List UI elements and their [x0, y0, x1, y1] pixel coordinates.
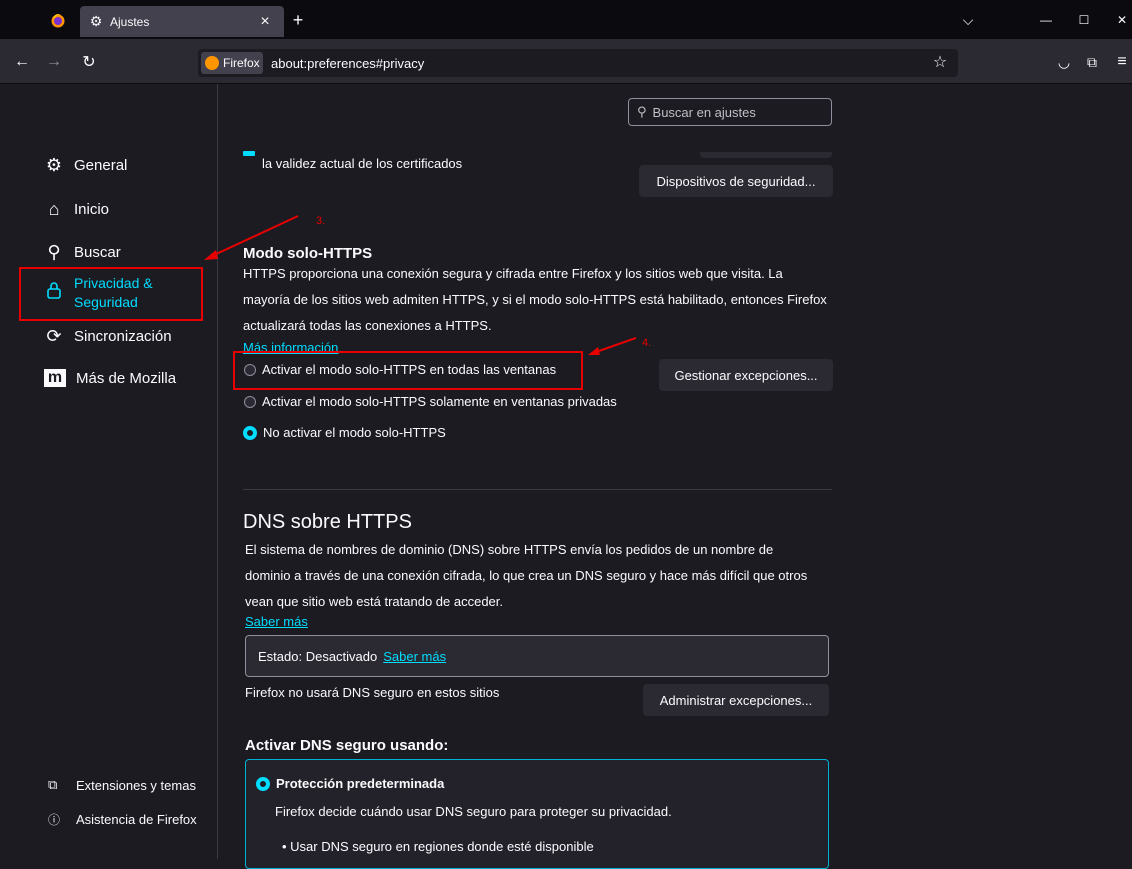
home-icon: ⌂ — [48, 198, 60, 219]
gear-icon: ⚙ — [45, 154, 63, 175]
new-tab-icon[interactable]: + — [288, 10, 308, 30]
sidebar-item-general[interactable]: ⚙ General — [44, 155, 127, 175]
settings-search-input[interactable]: ⚲ Buscar en ajustes — [628, 98, 832, 126]
radio-https-private-only[interactable]: Activar el modo solo-HTTPS solamente en … — [244, 394, 617, 409]
dns-status-learn-more-link[interactable]: Saber más — [383, 649, 446, 664]
search-icon: ⚲ — [47, 241, 61, 262]
dns-default-desc: Firefox decide cuándo usar DNS seguro pa… — [275, 804, 672, 819]
dns-enable-title: Activar DNS seguro usando: — [245, 737, 449, 754]
annotation-box-privacy — [19, 267, 203, 321]
dns-default-protection-card[interactable]: Protección predeterminada Firefox decide… — [245, 759, 829, 869]
firefox-logo-icon — [205, 56, 219, 70]
firefox-menu-icon[interactable] — [48, 10, 68, 30]
sidebar-support[interactable]: ⓘ Asistencia de Firefox — [48, 811, 197, 828]
maximize-icon[interactable]: ☐ — [1074, 10, 1094, 30]
list-tabs-icon[interactable]: ⌵ — [958, 10, 978, 30]
mozilla-logo-icon: m — [44, 369, 66, 387]
dns-learn-more-link[interactable]: Saber más — [245, 614, 308, 629]
extensions-icon[interactable]: ⧉ — [1082, 52, 1102, 72]
certs-text: la validez actual de los certificados — [262, 156, 463, 171]
help-icon: ⓘ — [48, 813, 61, 827]
pocket-icon[interactable]: ◡ — [1054, 52, 1074, 72]
security-devices-button[interactable]: Dispositivos de seguridad... — [639, 165, 833, 197]
forward-icon[interactable]: → — [44, 52, 64, 72]
back-icon[interactable]: ← — [12, 52, 32, 72]
close-window-icon[interactable]: ✕ — [1112, 10, 1132, 30]
extensions-icon: ⧉ — [48, 777, 58, 792]
sidebar-item-buscar[interactable]: ⚲ Buscar — [44, 241, 120, 262]
radio-circle — [244, 395, 256, 408]
sidebar-item-inicio[interactable]: ⌂ Inicio — [44, 199, 109, 219]
checkbox-partial[interactable] — [243, 151, 255, 156]
sidebar-item-mozilla[interactable]: m Más de Mozilla — [44, 369, 176, 387]
minimize-icon[interactable]: — — [1036, 10, 1056, 30]
scrolled-button-edge — [700, 152, 832, 158]
bookmark-star-icon[interactable]: ☆ — [930, 52, 950, 72]
annotation-step-4: 4. — [642, 337, 652, 349]
dns-title: DNS sobre HTTPS — [243, 511, 412, 533]
tab-ajustes[interactable]: ⚙ Ajustes × — [80, 6, 284, 37]
dns-no-secure-text: Firefox no usará DNS seguro en estos sit… — [245, 685, 500, 700]
sidebar-divider — [217, 84, 218, 859]
https-only-description: HTTPS proporciona una conexión segura y … — [243, 266, 827, 333]
tab-title: Ajustes — [110, 15, 150, 29]
annotation-step-3: 3. — [316, 215, 326, 227]
identity-box[interactable]: Firefox — [201, 52, 263, 74]
search-icon: ⚲ — [637, 104, 647, 119]
annotation-arrow-4 — [588, 337, 637, 355]
radio-circle-selected — [243, 425, 257, 440]
https-exceptions-button[interactable]: Gestionar excepciones... — [659, 359, 833, 391]
annotation-box-https-option — [233, 351, 583, 390]
https-only-title: Modo solo-HTTPS — [243, 245, 373, 262]
sidebar-item-sincronizacion[interactable]: ⟳ Sincronización — [44, 325, 171, 346]
dns-status-box: Estado: Desactivado Saber más — [245, 635, 829, 677]
radio-circle-selected — [256, 776, 270, 791]
radio-https-disabled[interactable]: No activar el modo solo-HTTPS — [243, 425, 446, 440]
dns-exceptions-button[interactable]: Administrar excepciones... — [643, 684, 829, 716]
sync-icon: ⟳ — [46, 325, 62, 346]
reload-icon[interactable]: ↻ — [79, 52, 99, 72]
sidebar-extensions[interactable]: ⧉ Extensiones y temas — [48, 777, 196, 793]
dns-description: El sistema de nombres de dominio (DNS) s… — [245, 542, 808, 609]
radio-dns-default[interactable]: Protección predeterminada — [256, 776, 444, 791]
app-menu-icon[interactable]: ≡ — [1112, 52, 1132, 72]
section-divider — [243, 489, 832, 490]
dns-default-bullet: • Usar DNS seguro en regiones donde esté… — [282, 839, 594, 854]
url-text[interactable]: about:preferences#privacy — [271, 56, 424, 71]
tab-close-icon[interactable]: × — [256, 13, 274, 31]
gear-icon: ⚙ — [89, 12, 103, 29]
